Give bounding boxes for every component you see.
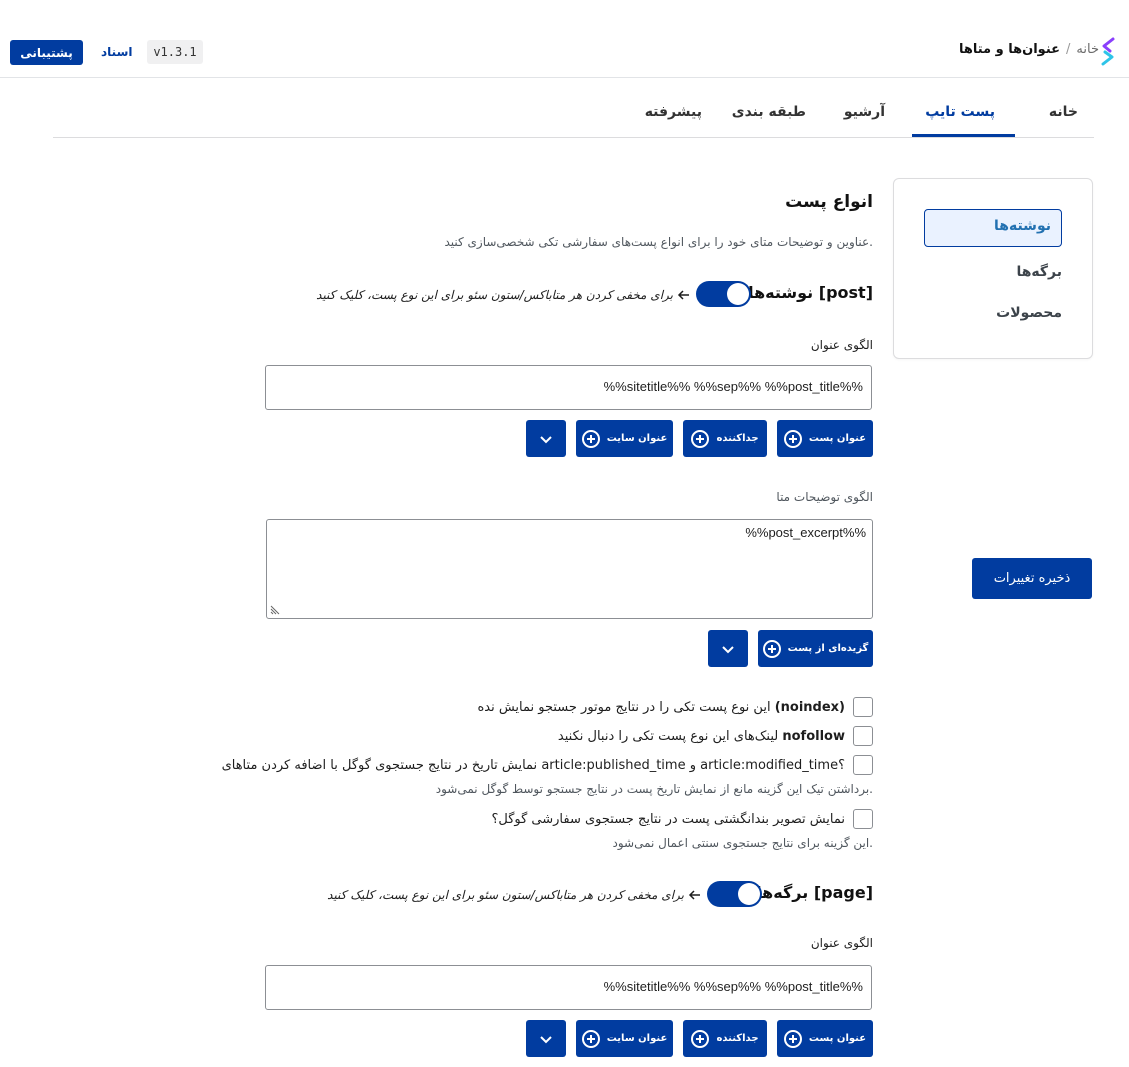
top-header: خانه / عنوان‌ها و متاها پشتیبانی اسناد v… [0,0,1129,78]
noindex-label: این نوع پست تکی را در نتایج موتور جستجو … [477,700,845,715]
version-badge: v1.3.1 [147,40,203,64]
posts-meta-template-textarea[interactable]: %%post_excerpt%% [266,519,873,619]
button-label: عنوان پست [808,433,867,444]
textarea-value: %%post_excerpt%% [745,525,866,540]
plus-circle-icon [762,639,781,658]
pages-visibility-toggle[interactable] [707,881,762,907]
more-meta-variables-dropdown[interactable] [708,630,748,667]
nav-item-posts[interactable]: نوشته‌ها [924,209,1062,247]
button-label: عنوان سایت [606,433,668,444]
tab-post-type[interactable]: پست تایپ [925,104,995,120]
nav-item-pages[interactable]: برگه‌ها [1016,264,1062,280]
date-option: نمایش تاریخ در نتایج جستجوی گوگل با اضاف… [222,755,873,775]
pages-insert-post-title-button[interactable]: عنوان پست [777,1020,873,1057]
save-changes-button[interactable]: ذخیره تغییرات [972,558,1092,599]
plus-circle-icon [783,1029,802,1048]
show-date-note: برداشتن تیک این گزینه مانع از نمایش تاری… [435,782,873,796]
noindex-option: این نوع پست تکی را در نتایج موتور جستجو … [477,697,873,717]
plus-circle-icon [691,429,710,448]
nav-item-products[interactable]: محصولات [996,305,1062,321]
section-description: عناوین و توضیحات متای خود را برای انواع … [444,235,873,249]
button-label: عنوان سایت [606,1033,668,1044]
show-date-checkbox[interactable] [853,755,873,775]
plus-circle-icon [581,1029,600,1048]
show-thumbnail-note: این گزینه برای نتایج جستجوی سنتی اعمال ن… [612,836,873,850]
posts-toggle-hint: برای مخفی کردن هر متاباکس/ستون سئو برای … [316,288,673,302]
pages-insert-separator-button[interactable]: جداکننده [683,1020,767,1057]
toggle-knob [738,883,760,905]
posts-title-template-input[interactable]: %%sitetitle%% %%sep%% %%post_title%% [265,365,872,410]
insert-separator-button[interactable]: جداکننده [683,420,767,457]
insert-excerpt-button[interactable]: گزیده‌ای از پست [758,630,873,667]
show-thumbnail-checkbox[interactable] [853,809,873,829]
show-date-label: نمایش تاریخ در نتایج جستجوی گوگل با اضاف… [221,757,845,773]
tab-bar: خانه پست تایپ آرشیو طبقه بندی پیشرفته [53,78,1094,138]
chevron-down-icon [540,1035,552,1043]
tab-home[interactable]: خانه [1049,104,1078,120]
noindex-text: این نوع پست تکی را در نتایج موتور جستجو … [477,699,771,715]
nofollow-option: لینک‌های این نوع پست تکی را دنبال نکنید … [558,726,873,746]
breadcrumb-separator: / [1066,42,1071,57]
posts-section-title: نوشته‌ها [post] [748,283,873,302]
button-label: جداکننده [716,433,759,444]
post-type-nav: نوشته‌ها برگه‌ها محصولات [893,178,1093,359]
posts-meta-template-label: الگوی توضیحات متا [776,490,873,504]
chevron-down-icon [722,645,734,653]
button-label: گزیده‌ای از پست [787,643,869,654]
plus-circle-icon [691,1029,710,1048]
pages-toggle-hint: برای مخفی کردن هر متاباکس/ستون سئو برای … [327,888,684,902]
support-button[interactable]: پشتیبانی [10,40,83,65]
tab-advanced[interactable]: پیشرفته [645,104,702,120]
resize-handle-icon[interactable] [269,602,283,616]
active-tab-indicator [912,134,1015,137]
insert-post-title-button[interactable]: عنوان پست [777,420,873,457]
breadcrumb-current: عنوان‌ها و متاها [958,42,1061,57]
tab-archive[interactable]: آرشیو [844,104,885,120]
nofollow-label: لینک‌های این نوع پست تکی را دنبال نکنید … [558,729,845,744]
noindex-checkbox[interactable] [853,697,873,717]
pages-section-title: برگه‌ها [page] [756,883,873,902]
plus-circle-icon [581,429,600,448]
pages-more-variables-dropdown[interactable] [526,1020,566,1057]
nofollow-checkbox[interactable] [853,726,873,746]
noindex-code: (noindex) [774,699,845,715]
pages-title-template-input[interactable]: %%sitetitle%% %%sep%% %%post_title%% [265,965,872,1010]
logo-icon[interactable] [1099,36,1117,68]
breadcrumb-home[interactable]: خانه [1076,42,1099,57]
arrow-left-icon [688,890,700,900]
nofollow-code: nofollow [782,728,845,744]
toggle-knob [727,283,749,305]
section-heading: انواع پست [785,192,873,212]
button-label: جداکننده [716,1033,759,1044]
breadcrumb: خانه / عنوان‌ها و متاها [959,42,1099,57]
nofollow-text: لینک‌های این نوع پست تکی را دنبال نکنید [557,728,779,744]
plus-circle-icon [783,429,802,448]
posts-title-template-label: الگوی عنوان [810,338,873,352]
tab-taxonomy[interactable]: طبقه بندی [732,104,806,120]
insert-site-title-button[interactable]: عنوان سایت [576,420,673,457]
pages-title-template-label: الگوی عنوان [810,936,873,950]
show-thumbnail-label: نمایش تصویر بندانگشتی پست در نتایج جستجو… [491,811,845,827]
arrow-left-icon [677,290,689,300]
pages-insert-site-title-button[interactable]: عنوان سایت [576,1020,673,1057]
docs-link[interactable]: اسناد [101,45,132,59]
chevron-down-icon [540,435,552,443]
button-label: عنوان پست [808,1033,867,1044]
more-variables-dropdown[interactable] [526,420,566,457]
posts-visibility-toggle[interactable] [696,281,751,307]
thumbnail-option: نمایش تصویر بندانگشتی پست در نتایج جستجو… [491,809,873,829]
